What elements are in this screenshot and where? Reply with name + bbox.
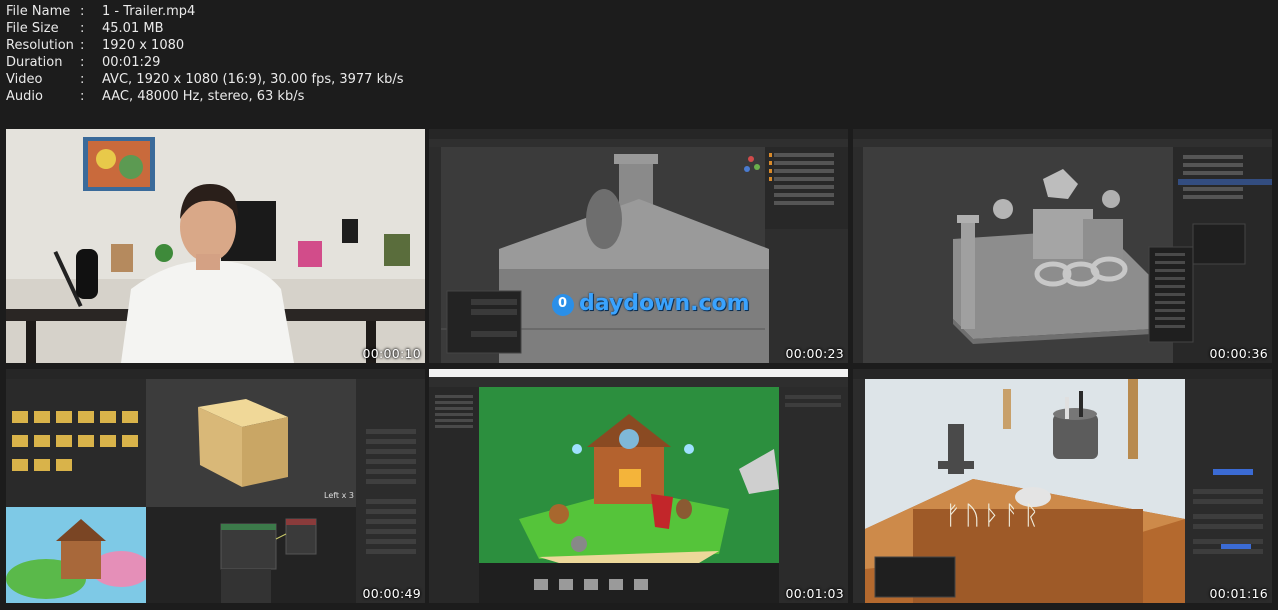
thumbnail-3[interactable]: 00:00:36 bbox=[853, 129, 1272, 363]
timestamp: 00:00:36 bbox=[1209, 346, 1268, 361]
info-value: 1 - Trailer.mp4 bbox=[102, 4, 196, 19]
blender-runes-closeup bbox=[853, 369, 1272, 603]
blender-workshop-scene bbox=[429, 369, 848, 603]
timestamp: 00:00:10 bbox=[362, 346, 421, 361]
info-separator: : bbox=[80, 72, 85, 87]
thumbnail-grid: 00:00:10 daydown.com 0 00:00:23 00:00:36… bbox=[6, 129, 1272, 603]
duration-row: Duration : 00:01:29 bbox=[6, 54, 404, 71]
info-key: Resolution bbox=[6, 38, 74, 53]
info-value: AAC, 48000 Hz, stereo, 63 kb/s bbox=[102, 89, 305, 104]
audio-row: Audio : AAC, 48000 Hz, stereo, 63 kb/s bbox=[6, 88, 404, 105]
file-name-row: File Name : 1 - Trailer.mp4 bbox=[6, 3, 404, 20]
info-key: File Name bbox=[6, 4, 71, 19]
watermark-badge: 0 bbox=[558, 296, 568, 311]
blender-house-viewport bbox=[429, 129, 848, 363]
timestamp: 00:00:23 bbox=[785, 346, 844, 361]
rune-carving: ᚠᚢᚦᚨᚱ bbox=[945, 501, 1044, 531]
info-separator: : bbox=[80, 55, 85, 70]
viewport-view-label: Left x 3 bbox=[324, 491, 354, 500]
info-key: Video bbox=[6, 72, 43, 87]
watermark-text: daydown.com bbox=[579, 291, 750, 316]
file-info-panel: File Name : 1 - Trailer.mp4 File Size : … bbox=[6, 3, 404, 105]
timestamp: 00:00:49 bbox=[362, 586, 421, 601]
thumbnail-6[interactable]: ᚠᚢᚦᚨᚱ 00:01:16 bbox=[853, 369, 1272, 603]
timestamp: 00:01:03 bbox=[785, 586, 844, 601]
info-key: Duration bbox=[6, 55, 63, 70]
timestamp: 00:01:16 bbox=[1209, 586, 1268, 601]
video-row: Video : AVC, 1920 x 1080 (16:9), 30.00 f… bbox=[6, 71, 404, 88]
thumbnail-1[interactable]: 00:00:10 bbox=[6, 129, 425, 363]
info-key: File Size bbox=[6, 21, 59, 36]
info-value: 00:01:29 bbox=[102, 55, 161, 70]
resolution-row: Resolution : 1920 x 1080 bbox=[6, 37, 404, 54]
blender-props-viewport bbox=[853, 129, 1272, 363]
info-separator: : bbox=[80, 38, 85, 53]
info-value: AVC, 1920 x 1080 (16:9), 30.00 fps, 3977… bbox=[102, 72, 404, 87]
info-separator: : bbox=[80, 89, 85, 104]
thumbnail-4[interactable]: Left x 3 00:00:49 bbox=[6, 369, 425, 603]
thumbnail-2[interactable]: daydown.com 0 00:00:23 bbox=[429, 129, 848, 363]
instructor-video-frame bbox=[6, 129, 425, 363]
info-value: 45.01 MB bbox=[102, 21, 164, 36]
blender-cube-viewport bbox=[6, 369, 425, 603]
info-separator: : bbox=[80, 4, 85, 19]
info-key: Audio bbox=[6, 89, 43, 104]
thumbnail-5[interactable]: 00:01:03 bbox=[429, 369, 848, 603]
file-size-row: File Size : 45.01 MB bbox=[6, 20, 404, 37]
info-value: 1920 x 1080 bbox=[102, 38, 185, 53]
info-separator: : bbox=[80, 21, 85, 36]
